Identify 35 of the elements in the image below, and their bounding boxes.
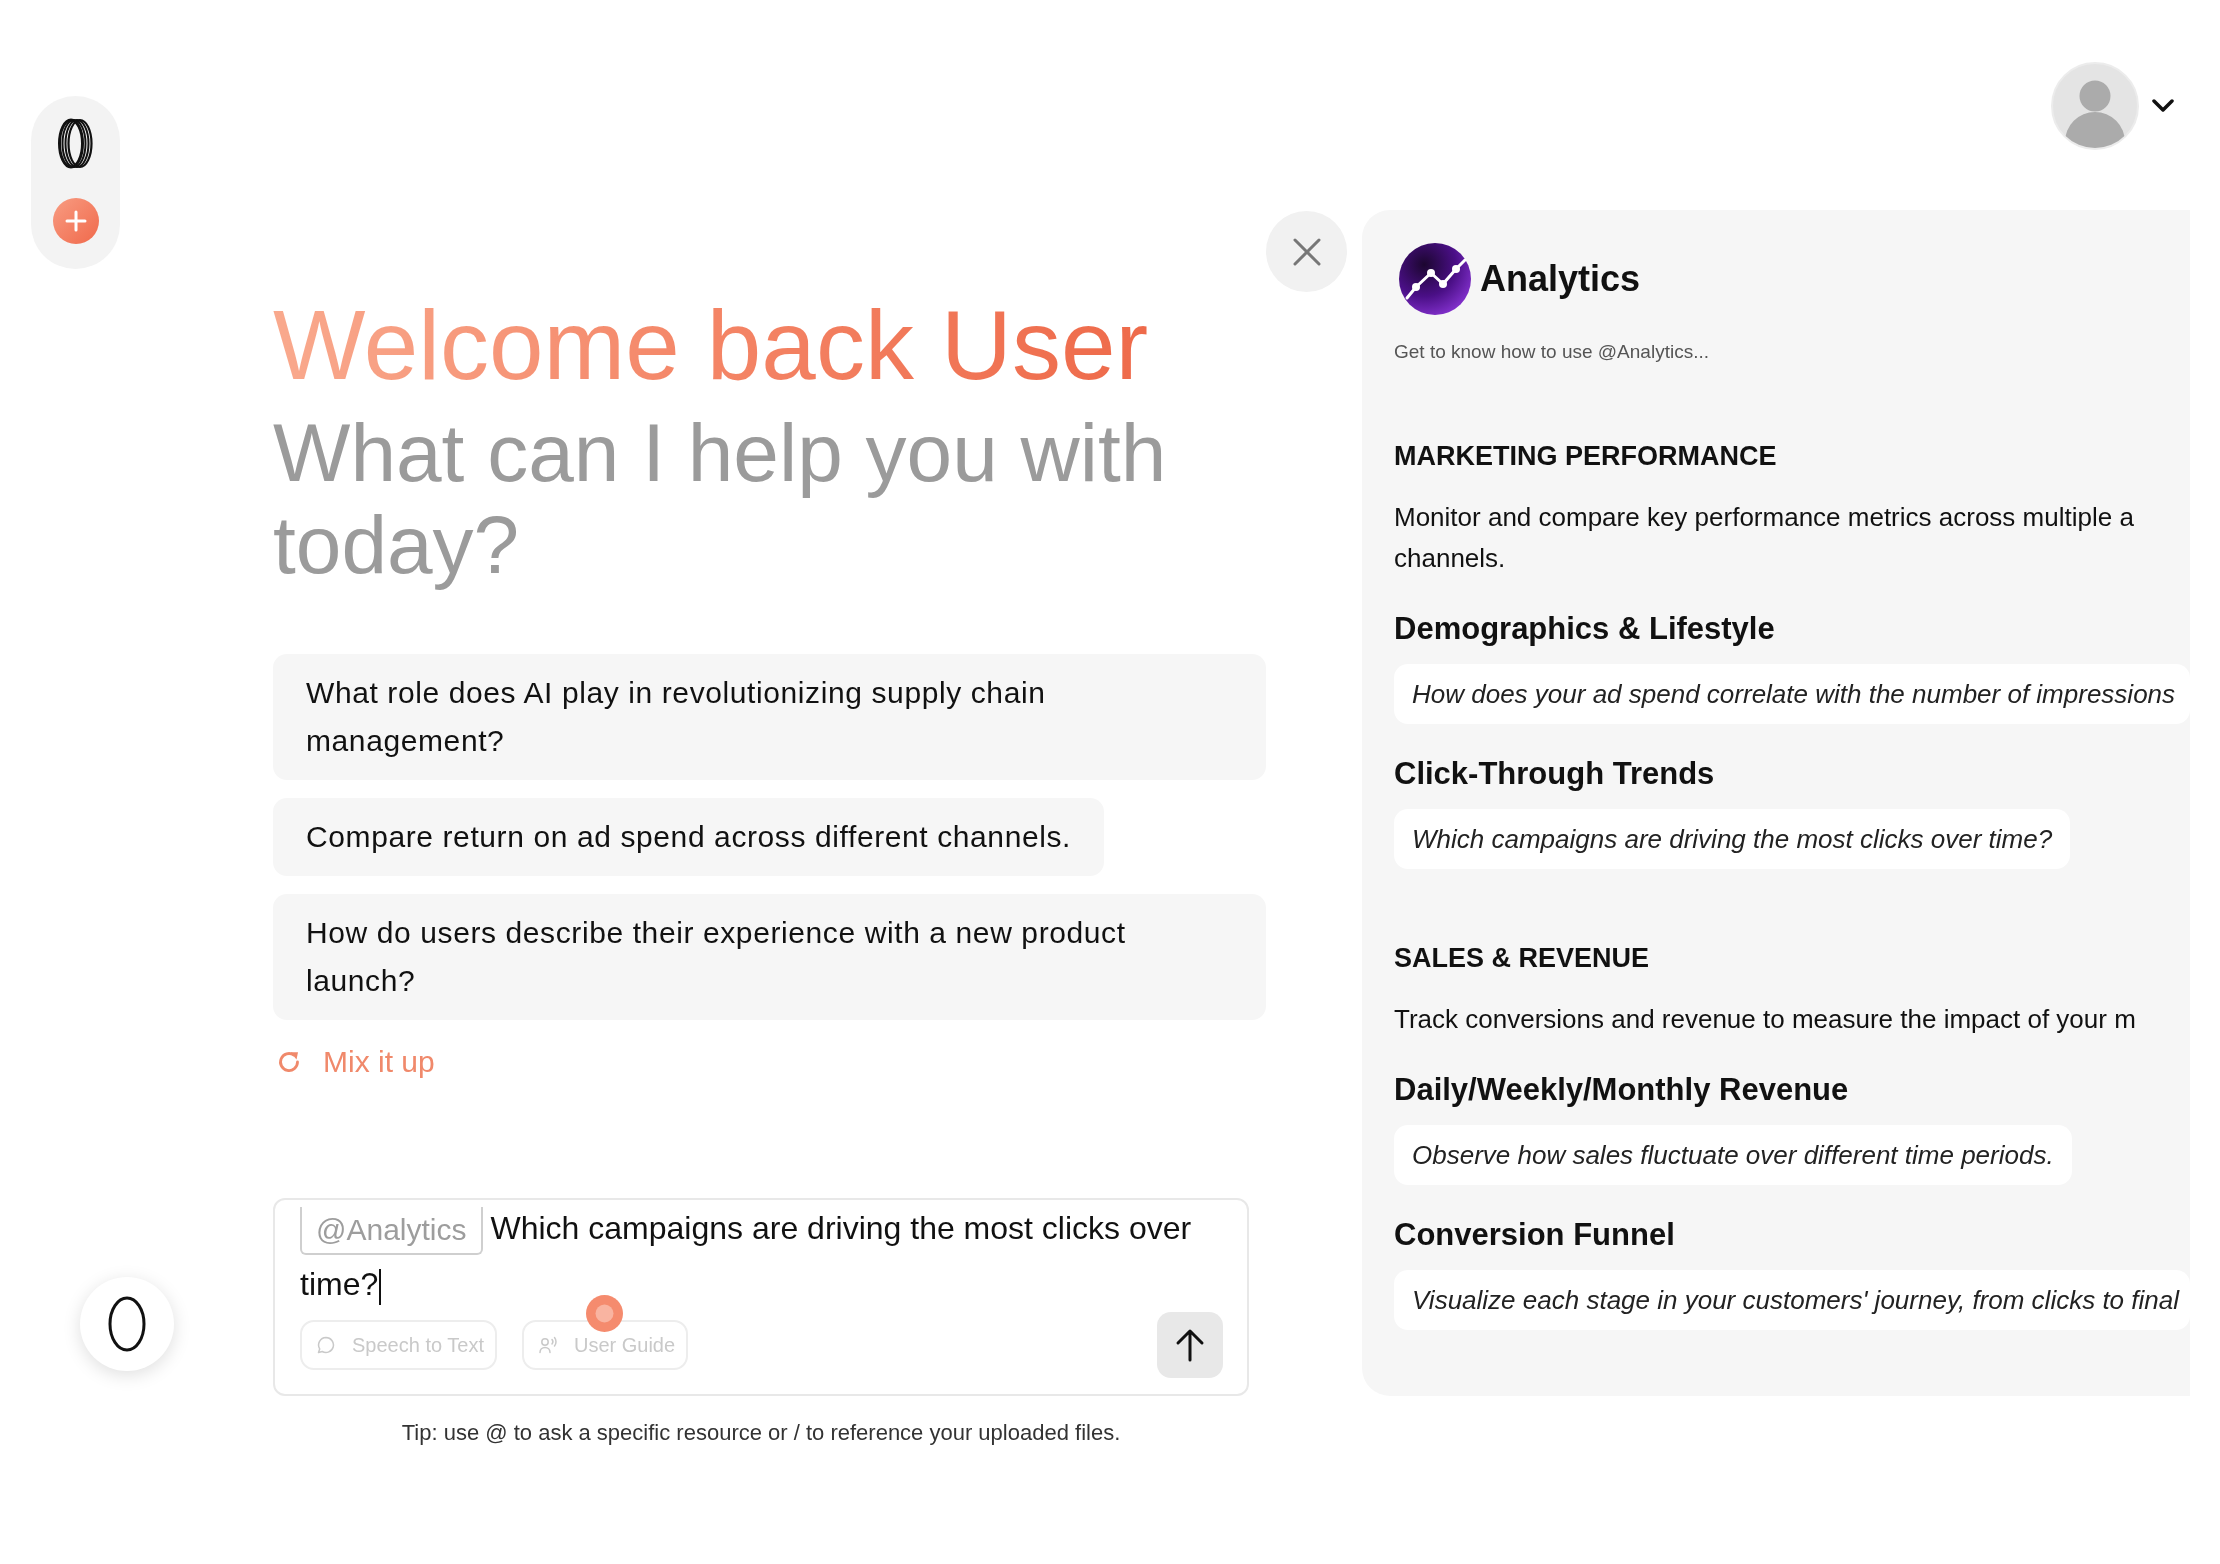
topic-title: Conversion Funnel <box>1394 1216 1675 1254</box>
refresh-icon <box>277 1050 301 1074</box>
chevron-down-icon[interactable] <box>2152 99 2174 113</box>
message-input[interactable]: @Analytics Which campaigns are driving the most clicks over time? <box>300 1200 1223 1312</box>
touch-indicator-icon <box>586 1295 623 1332</box>
plus-icon <box>64 210 87 232</box>
arrow-up-icon <box>1175 1328 1205 1362</box>
section-heading: SALES & REVENUE <box>1394 942 1650 975</box>
stacked-ovals-logo-icon[interactable] <box>58 118 93 169</box>
example-prompt[interactable]: Which campaigns are driving the most clicks over time? <box>1394 809 2071 869</box>
close-icon <box>1291 236 1322 267</box>
section-heading: MARKETING PERFORMANCE <box>1394 440 1777 473</box>
tip-text: Tip: use @ to ask a specific resource or / to reference your uploaded files. <box>400 1419 1122 1447</box>
topic-title: Daily/Weekly/Monthly Revenue <box>1394 1071 1849 1109</box>
suggestion-button[interactable]: Compare return on ad spend across different channels. <box>273 798 1104 876</box>
suggestion-button[interactable]: What role does AI play in revolutionizing supply chain management? <box>273 654 1266 780</box>
panel-subtitle: Get to know how to use @Analytics... <box>1394 340 1709 364</box>
line-chart-icon <box>1399 243 1471 315</box>
panel-title: Analytics <box>1480 257 1641 301</box>
speech-bubble-icon <box>317 1336 335 1354</box>
example-prompt[interactable]: Visualize each stage in your customers' journey, from clicks to final <box>1394 1270 2190 1330</box>
mention-tag: @Analytics <box>300 1206 483 1255</box>
person-speaking-icon <box>538 1336 557 1354</box>
oval-logo-icon <box>108 1296 146 1352</box>
topic-title: Click-Through Trends <box>1394 755 1715 793</box>
prompt-heading: What can I help you with today? <box>273 407 1168 591</box>
example-prompt[interactable]: Observe how sales fluctuate over different time periods. <box>1394 1125 2072 1185</box>
section-description: Track conversions and revenue to measure the impact of your m <box>1394 1003 2137 1036</box>
topic-title: Demographics & Lifestyle <box>1394 610 1775 648</box>
text-cursor-icon <box>379 1268 382 1305</box>
section-description: Monitor and compare key performance metrics across multiple a channels. <box>1394 501 2135 575</box>
send-button[interactable] <box>1157 1312 1223 1378</box>
suggestion-button[interactable]: How do users describe their experience with a new product launch? <box>273 894 1266 1020</box>
new-chat-button[interactable] <box>52 198 99 244</box>
example-prompt[interactable]: How does your ad spend correlate with the number of impressions <box>1394 664 2190 724</box>
